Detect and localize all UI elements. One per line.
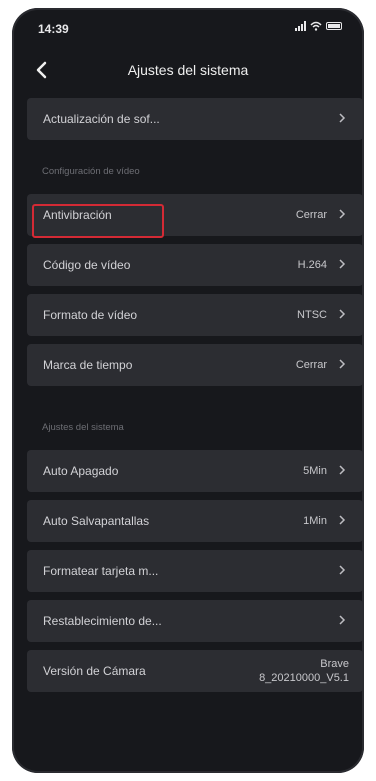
factory-reset-label: Restablecimiento de... (43, 614, 162, 628)
firmware-update-label: Actualización de sof... (43, 112, 160, 126)
firmware-group: Actualización de sof... (27, 98, 363, 148)
auto-screensaver-item[interactable]: Auto Salvapantallas 1Min (27, 500, 363, 542)
video-codec-value: H.264 (297, 259, 327, 271)
chevron-right-icon (339, 309, 346, 319)
chevron-right-icon (339, 465, 346, 475)
section-system-title: Ajustes del sistema (42, 422, 124, 433)
wifi-icon (310, 21, 322, 31)
chevron-right-icon (339, 113, 346, 123)
factory-reset-item[interactable]: Restablecimiento de... (27, 600, 363, 642)
format-card-item[interactable]: Formatear tarjeta m... (27, 550, 363, 592)
timestamp-item[interactable]: Marca de tiempo Cerrar (27, 344, 363, 386)
camera-version-item: Versión de Cámara Brave 8_20210000_V5.1 (27, 650, 363, 692)
section-video-title: Configuración de vídeo (42, 166, 140, 177)
auto-power-off-label: Auto Apagado (43, 464, 119, 478)
auto-screensaver-label: Auto Salvapantallas (43, 514, 150, 528)
highlight-box (32, 204, 164, 238)
video-format-label: Formato de vídeo (43, 308, 138, 322)
video-format-value: NTSC (297, 309, 327, 321)
page-title: Ajustes del sistema (127, 62, 249, 78)
anti-shake-value: Cerrar (295, 209, 327, 221)
camera-version-line1: Brave (320, 658, 349, 670)
chevron-right-icon (339, 259, 346, 269)
chevron-right-icon (339, 615, 346, 625)
status-bar: 14:39 (12, 8, 364, 46)
auto-power-off-item[interactable]: Auto Apagado 5Min (27, 450, 363, 492)
signal-icon (295, 21, 306, 31)
video-codec-label: Código de vídeo (43, 258, 131, 272)
firmware-update-item[interactable]: Actualización de sof... (27, 98, 363, 140)
camera-version-value: Brave 8_20210000_V5.1 (259, 657, 349, 685)
video-codec-item[interactable]: Código de vídeo H.264 (27, 244, 363, 286)
timestamp-value: Cerrar (295, 359, 327, 371)
phone-screen: 14:39 Ajustes del sistema Actualización … (12, 8, 364, 773)
chevron-right-icon (339, 565, 346, 575)
system-settings-group: Auto Apagado 5Min Auto Salvapantallas 1M… (27, 450, 363, 700)
status-icons (295, 21, 342, 31)
timestamp-label: Marca de tiempo (43, 358, 133, 372)
auto-screensaver-value: 1Min (303, 515, 327, 527)
auto-power-off-value: 5Min (303, 465, 327, 477)
chevron-right-icon (339, 515, 346, 525)
header: Ajustes del sistema (12, 48, 364, 92)
video-format-item[interactable]: Formato de vídeo NTSC (27, 294, 363, 336)
camera-version-label: Versión de Cámara (43, 664, 146, 678)
camera-version-line2: 8_20210000_V5.1 (259, 672, 349, 684)
format-card-label: Formatear tarjeta m... (43, 564, 159, 578)
status-time: 14:39 (38, 22, 69, 36)
chevron-right-icon (339, 209, 346, 219)
chevron-right-icon (339, 359, 346, 369)
battery-icon (326, 22, 342, 30)
